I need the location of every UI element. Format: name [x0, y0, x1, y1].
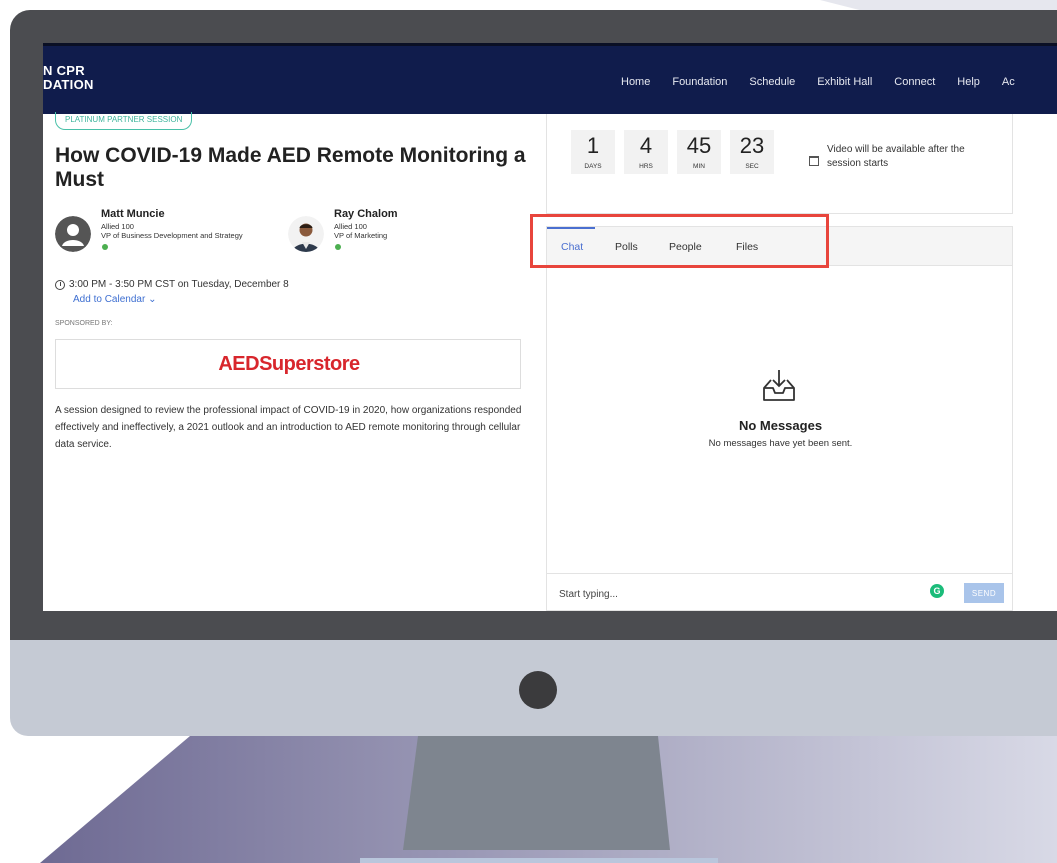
nav-foundation[interactable]: Foundation: [672, 76, 727, 88]
countdown-seconds: 23 SEC: [730, 130, 774, 174]
empty-state-subtitle: No messages have yet been sent.: [708, 438, 853, 449]
video-availability-note: Video will be available after the sessio…: [827, 144, 965, 169]
sponsor-banner[interactable]: AEDSuperstore: [55, 339, 521, 389]
inbox-icon: [763, 370, 795, 401]
countdown-panel: 1 DAYS 4 HRS 45 MIN 23 SEC Video will be ava…: [546, 114, 1013, 214]
nav-connect[interactable]: Connect: [894, 76, 935, 88]
top-navigation-bar: N CPR DATION Home Foundation Schedule Ex…: [43, 43, 1057, 114]
chat-input-bar: G SEND: [546, 573, 1013, 611]
grammarly-icon[interactable]: G: [930, 584, 944, 598]
clock-icon: [55, 279, 65, 290]
online-status-dot: [102, 244, 108, 250]
sponsor-logo: AEDSuperstore: [218, 353, 360, 375]
send-button[interactable]: SEND: [964, 583, 1004, 603]
session-sidebar: 1 DAYS 4 HRS 45 MIN 23 SEC Video will be ava…: [546, 114, 1013, 611]
countdown-hours: 4 HRS: [624, 130, 668, 174]
session-time: 3:00 PM - 3:50 PM CST on Tuesday, Decemb…: [55, 279, 289, 290]
nav-exhibit-hall[interactable]: Exhibit Hall: [817, 76, 872, 88]
session-details: PLATINUM PARTNER SESSION How COVID-19 Ma…: [43, 112, 533, 611]
speaker-name: Ray Chalom: [334, 208, 398, 220]
nav-account[interactable]: Ac: [1002, 76, 1015, 88]
speaker-role: VP of Business Development and Strategy: [101, 231, 243, 240]
tabs-highlight-annotation: [530, 214, 829, 268]
add-to-calendar-link[interactable]: Add to Calendar ⌄: [73, 294, 156, 305]
calendar-icon: [809, 156, 819, 166]
monitor-button: [519, 671, 557, 709]
session-description: A session designed to review the profess…: [55, 405, 522, 450]
speaker-role: VP of Marketing: [334, 231, 388, 240]
nav-schedule[interactable]: Schedule: [749, 76, 795, 88]
speaker-photo-avatar: [288, 216, 324, 252]
empty-state-title: No Messages: [738, 418, 823, 433]
nav-help[interactable]: Help: [957, 76, 980, 88]
main-nav: Home Foundation Schedule Exhibit Hall Co…: [621, 76, 1037, 88]
speaker-name: Matt Muncie: [101, 208, 165, 220]
browser-screen: N CPR DATION Home Foundation Schedule Ex…: [43, 43, 1057, 611]
online-status-dot: [335, 244, 341, 250]
countdown-days: 1 DAYS: [571, 130, 615, 174]
speaker-org: Allied 100: [101, 222, 134, 231]
countdown-minutes: 45 MIN: [677, 130, 721, 174]
nav-home[interactable]: Home: [621, 76, 650, 88]
chat-messages-area: No Messages No messages have yet been se…: [546, 266, 1013, 573]
default-avatar-icon: [55, 216, 91, 252]
chat-message-input[interactable]: [559, 586, 909, 602]
chevron-down-icon: ⌄: [148, 294, 157, 305]
session-title: How COVID-19 Made AED Remote Monitoring …: [55, 144, 526, 191]
speaker-org: Allied 100: [334, 222, 367, 231]
site-logo[interactable]: N CPR DATION: [43, 64, 94, 92]
sponsored-by-label: SPONSORED BY:: [55, 320, 113, 327]
session-type-badge: PLATINUM PARTNER SESSION: [55, 112, 193, 130]
